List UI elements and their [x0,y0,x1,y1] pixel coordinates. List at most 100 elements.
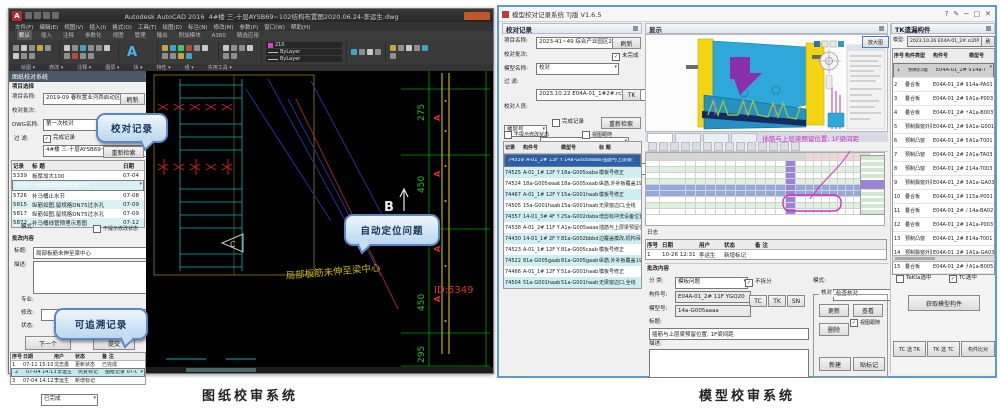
ribbon-group-block[interactable] [219,42,262,62]
sheet-cell[interactable] [746,153,756,161]
table-row[interactable]: 7435714-01_3# 4F YGC25a-G002dabaa增剪标冲洗设备… [504,211,641,222]
menu-item-8[interactable]: 修改(M) [213,23,233,31]
plot-icon[interactable] [52,12,59,19]
table-row[interactable]: 74538A-01_2# 11F YGCA1a-G005aaaaa插筋与上层梁预… [504,222,641,233]
ribbon-group-modify[interactable] [60,42,119,62]
pin-icon[interactable] [633,26,638,31]
table-row[interactable]: 4叠合板E04A-01_2# 十层..A1a-B003 [893,106,994,120]
table-row[interactable]: 7450515a-G001haaba15a-G001haaba无梁窗边口,全线 [504,200,641,211]
sheet-cell[interactable] [696,209,706,215]
sheet-cell[interactable] [822,209,830,215]
table-row[interactable]: 15叠合板E04A-01_2# 九层..A1a-B005 [893,260,994,274]
ribbon-tab-6[interactable]: 输出 [155,30,170,40]
table-row[interactable]: 5817纵筋如图,留规格DN75过水孔07-09 [12,209,144,218]
sn-button[interactable]: SN [787,295,805,307]
ribbon-tab-2[interactable]: 注释 [61,30,76,40]
project-select[interactable]: 2023-41~49 综合产业园区2#-02栋 [536,37,619,49]
ribbon-tab-3[interactable]: 参数化 [83,30,104,40]
spreadsheet-grid[interactable] [645,152,885,226]
ribbon-tabs[interactable]: 默认插入注释参数化视图管理输出附加模块A360精选应用 [9,31,493,40]
undo-icon[interactable] [34,12,41,19]
edit-icon[interactable]: ✎ [953,11,959,18]
done-records-checkbox[interactable]: 完成记录 [552,119,584,127]
table-row[interactable]: 5340局部板筋未伸至梁中心 [12,180,144,191]
sheet-cell[interactable] [746,209,756,215]
table-row[interactable]: 307-04 14:12李运生新增标记 [11,377,145,384]
sheet-cell[interactable] [706,153,716,161]
unfinished-checkbox[interactable]: 未完成 [612,53,639,61]
get-components-button[interactable]: 获取模型构件 [908,295,980,311]
tc-to-tk-button[interactable]: TC 选 TK [893,341,926,357]
tk-to-tc-button[interactable]: TK 选 TC [927,341,960,357]
sheet-cell[interactable] [776,153,786,161]
category-select[interactable]: 模板问题 [675,277,748,289]
no-prompt-checkbox[interactable]: 不提示修改状态 [93,225,138,233]
menu-item-10[interactable]: 窗口(W) [264,23,285,31]
sheet-cell[interactable] [814,209,822,215]
no-split-checkbox[interactable]: 不拆分 [745,279,772,287]
sheet-cell[interactable] [766,153,776,161]
ribbon-group-annotate[interactable]: A [119,42,158,62]
sheet-cell[interactable] [766,209,776,215]
table-row[interactable]: 7450451a-G001haaba51a-G001haaba无梁窗边口,全线 [504,277,641,288]
table-row[interactable]: 7预制凸窗E04A-01_2# 2F Y..A1a-TA03 [893,148,994,162]
ribbon-group-label-0[interactable]: 绘图 ▾ [21,64,35,71]
pin-icon[interactable] [986,26,991,31]
table-row[interactable]: 10叠合板E04A-01_2# 12F..15a-P001 [893,190,994,204]
table-row[interactable]: 1预制凸窗E04A-01_2# 9F Y..14a-T002 [893,63,994,78]
sheet-cell[interactable] [686,209,696,215]
sheet-cell[interactable] [660,209,686,215]
table-row[interactable]: 207-04 14:13李运生恢复标记图纸记录 07-04 14 [11,368,145,377]
table-row[interactable]: 7452418a-G005waaba18a-G005xaaba纵筋,外补板覆盖1… [504,178,641,189]
ribbon-tab-8[interactable]: A360 [210,32,228,40]
table-row[interactable]: 74539A-01_2# 13F YGC14a-G005aaaaa插筋与上层梁预… [504,154,641,167]
ribbon-group-label-6[interactable]: 组 ▾ [185,64,194,71]
tk-button[interactable]: TK [768,295,786,307]
del-button[interactable]: 删除 [819,323,849,336]
sheet-cell[interactable] [646,153,660,161]
view-follow-checkbox[interactable]: 视图跟随 [582,131,612,139]
sheet-cell[interactable] [736,209,746,215]
sheet-cell[interactable] [696,153,706,161]
sheet-cell[interactable] [726,209,736,215]
model-window-titlebar[interactable]: 模型校对记录系统 TJ版 V1.6.5 ? ✎ ─ □ ✕ [499,7,995,22]
redo-icon[interactable] [43,12,50,19]
model-3d-viewport[interactable] [645,34,888,132]
no-prompt-checkbox[interactable]: 不提示修改状态 [504,131,549,139]
table-row[interactable]: 12叠合板E04A-01_2# 11F..A1a-P003 [893,218,994,232]
table-row[interactable]: 3叠合板E04A-01_2# 9F Y..A1a-P003 [893,92,994,106]
table-row[interactable]: 5预制飘窗外飘窗E04A-01_2# 9F Y..A1a-G001 [893,120,994,134]
ribbon-tab-0[interactable]: 默认 [17,30,32,40]
ribbon-group-utilities[interactable] [386,42,434,62]
refresh-button[interactable]: 刷新 [120,93,145,105]
sheet-cell[interactable] [660,153,686,161]
sheet-cell[interactable] [846,153,854,161]
ribbon-tab-1[interactable]: 插入 [39,30,54,40]
table-row[interactable]: 74466A-01_1# 12F YGC51a-G001haaba模板号修正 [504,266,641,277]
table-row[interactable]: 7443014-01_1# 2F YGC81a-G002bbbda边覆盖模改,机… [504,233,641,244]
signin-badge[interactable] [464,12,490,20]
tk-button[interactable]: TK [622,89,641,101]
ribbon-tab-5[interactable]: 管理 [133,30,148,40]
enlarge-view-button[interactable]: 放大图 [862,36,889,48]
tk-model-value[interactable]: 2023.10.26 E04A-01_2#.rcZIP [907,36,985,47]
color-dropdown[interactable]: 210 [266,42,342,48]
sheet-cell[interactable] [796,209,806,215]
ribbon-group-label-3[interactable]: 图层 ▾ [105,64,119,71]
sheet-cell[interactable] [776,209,786,215]
batch-select[interactable]: 校对 [536,63,619,75]
minimize-button[interactable]: ─ [964,11,968,18]
sheet-cell[interactable] [830,153,838,161]
ribbon-group-layers[interactable] [158,42,219,62]
sheet-cell[interactable] [716,209,726,215]
table-row[interactable]: 2叠合板E04A-01_2# 9F Y..14a-PA01 [893,78,994,92]
new-button[interactable]: 新建 [819,357,851,371]
sheet-cell[interactable] [786,153,796,161]
compare-button[interactable]: 构件比对 [961,341,995,357]
lineweight-dropdown[interactable]: ByLayer [266,56,342,62]
sheet-cell[interactable] [806,153,814,161]
tk-refresh-button[interactable]: 刷 [981,36,995,47]
title-input[interactable]: 局部板筋未伸至梁中心 [33,247,147,259]
tk-table-hscrollbar[interactable] [892,255,995,262]
refresh-button[interactable]: 刷新 [612,37,641,49]
